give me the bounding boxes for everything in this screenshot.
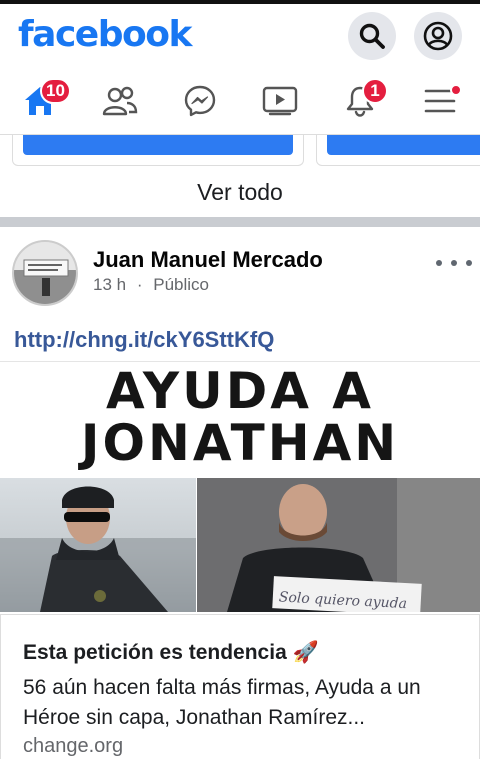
post-audience: Público: [153, 275, 209, 294]
photo-jonathan: Solo quiero ayuda: [197, 478, 480, 612]
top-header: facebook: [0, 4, 480, 68]
nav-notifications[interactable]: 1: [320, 68, 400, 134]
avatar-image: [14, 242, 76, 304]
nav-friends[interactable]: [80, 68, 160, 134]
jonathan-photo: Solo quiero ayuda: [197, 478, 480, 612]
post-author[interactable]: Juan Manuel Mercado: [93, 247, 323, 273]
avatar[interactable]: [12, 240, 78, 306]
meta-separator: ·: [136, 275, 143, 294]
menu-notification-dot: [450, 84, 462, 96]
more-dot: [436, 260, 442, 266]
officer-photo: [0, 486, 196, 612]
link-preview-description: 56 aún hacen falta más firmas, Ayuda a u…: [23, 676, 421, 729]
search-icon: [359, 23, 385, 49]
user-circle-icon: [423, 21, 453, 51]
feed-separator: [0, 217, 480, 227]
nav-watch[interactable]: [240, 68, 320, 134]
nav-messenger[interactable]: [160, 68, 240, 134]
link-preview-title: Esta petición es tendencia 🚀: [23, 641, 319, 664]
post-time[interactable]: 13 h: [93, 275, 126, 294]
post-options-button[interactable]: [436, 249, 472, 277]
home-badge: 10: [40, 78, 71, 104]
image-headline-line2: JONATHAN: [80, 414, 400, 472]
see-all-button[interactable]: Ver todo: [0, 168, 480, 216]
suggestion-card: [316, 135, 480, 166]
nav-home[interactable]: 10: [0, 68, 80, 134]
link-preview-image[interactable]: AYUDA A JONATHAN Solo quiero ayuda: [0, 361, 480, 612]
post-meta: 13 h · Público: [93, 275, 209, 295]
search-button[interactable]: [348, 12, 396, 60]
more-dot: [451, 260, 457, 266]
suggestion-card-button[interactable]: [23, 135, 293, 155]
messenger-icon: [184, 85, 216, 117]
main-nav-bar: 10 1: [0, 68, 480, 135]
suggestion-cards-strip: [0, 135, 480, 166]
link-preview-domain: change.org: [23, 735, 124, 757]
link-preview-body: Esta petición es tendencia 🚀 56 aún hace…: [0, 615, 480, 759]
nav-menu[interactable]: [400, 68, 480, 134]
friends-icon: [102, 86, 138, 116]
link-preview-card[interactable]: Esta petición es tendencia 🚀 56 aún hace…: [0, 614, 480, 759]
photo-officer: [0, 478, 196, 612]
suggestion-card-button[interactable]: [327, 135, 480, 155]
profile-button[interactable]: [414, 12, 462, 60]
more-dot: [466, 260, 472, 266]
image-headline-line1: AYUDA A: [105, 362, 375, 420]
video-icon: [262, 86, 298, 116]
post-link[interactable]: http://chng.it/ckY6SttKfQ: [14, 327, 274, 353]
post-header: Juan Manuel Mercado 13 h · Público: [0, 227, 480, 317]
facebook-logo[interactable]: facebook: [18, 14, 192, 55]
suggestion-card: [12, 135, 304, 166]
notifications-badge: 1: [362, 78, 388, 104]
